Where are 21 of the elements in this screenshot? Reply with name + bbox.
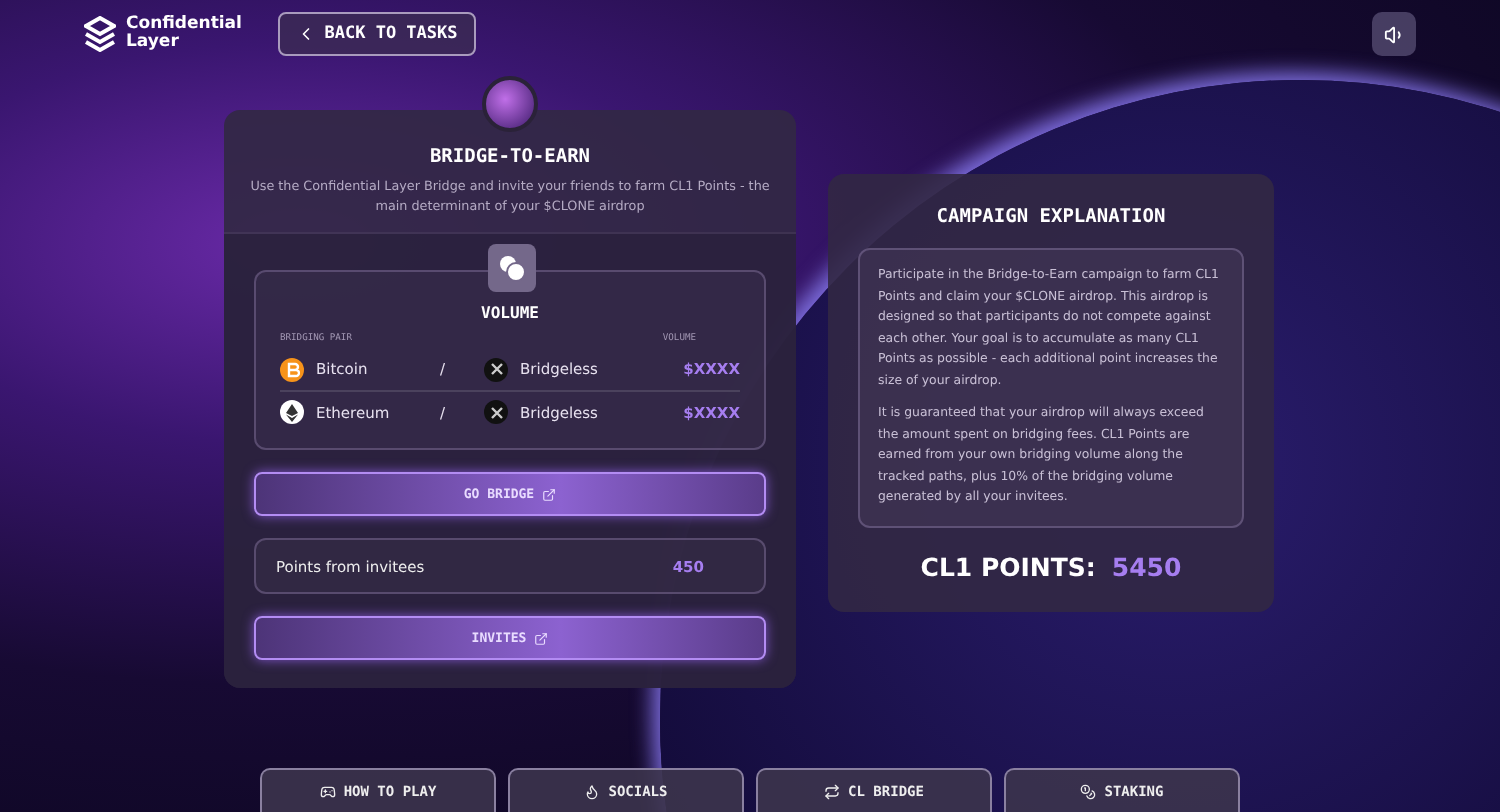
- bitcoin-icon: [280, 357, 304, 381]
- points-label: CL1 POINTS:: [920, 551, 1096, 581]
- coins-icon: [1080, 783, 1097, 799]
- flame-icon: [584, 783, 601, 799]
- external-link-icon: [542, 487, 557, 501]
- back-button[interactable]: BACK TO TASKS: [278, 12, 476, 56]
- bridgeless-icon: [484, 357, 508, 381]
- swap-icon: [824, 783, 841, 799]
- points-value: 5450: [1111, 551, 1182, 581]
- coins-icon: [488, 244, 536, 292]
- layers-logo-icon: [84, 16, 116, 52]
- task-title: BRIDGE-TO-EARN: [427, 146, 593, 168]
- speaker-icon: [1383, 23, 1405, 45]
- external-link-icon: [534, 631, 549, 645]
- logo-text: Confidential Layer: [126, 16, 238, 52]
- volume-title: VOLUME: [479, 304, 541, 322]
- gamepad-icon: [319, 783, 336, 799]
- sound-button[interactable]: [1372, 12, 1416, 56]
- explanation-title: CAMPAIGN EXPLANATION: [936, 206, 1166, 228]
- bridgeless-icon: [484, 400, 508, 424]
- ethereum-icon: [280, 400, 304, 424]
